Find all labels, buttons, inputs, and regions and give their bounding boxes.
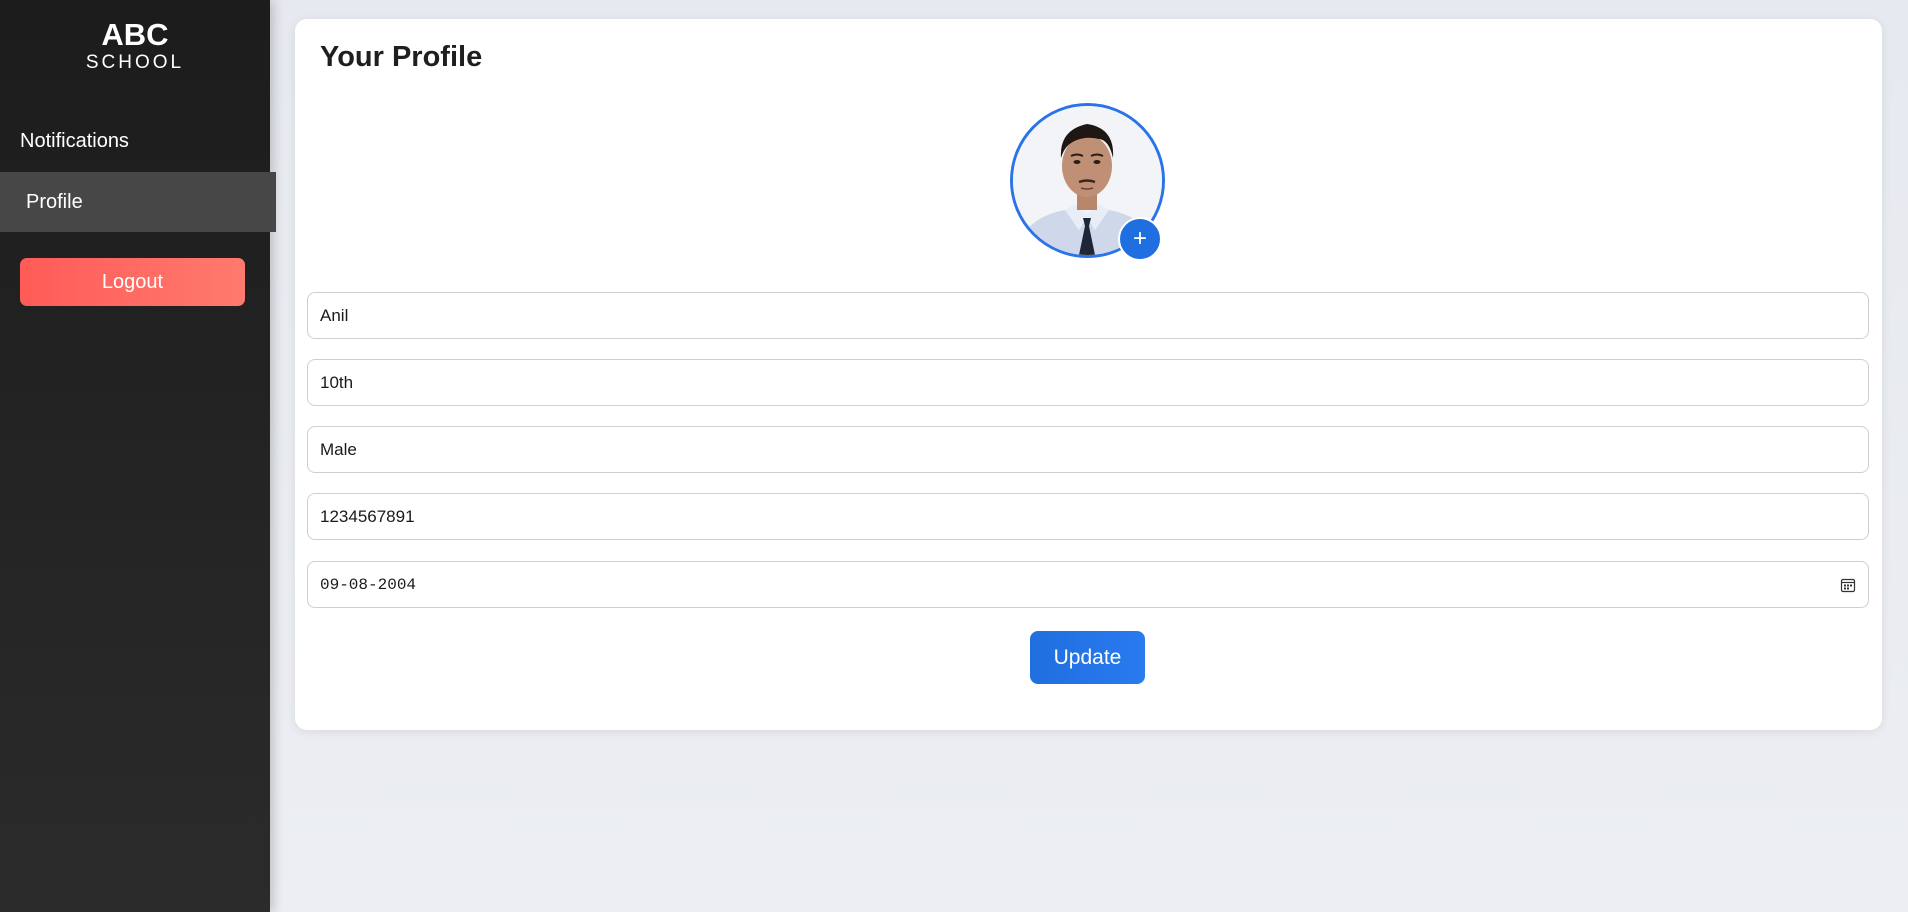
calendar-icon[interactable] xyxy=(1840,577,1856,593)
sidebar-item-label: Profile xyxy=(26,190,83,213)
class-field[interactable] xyxy=(307,359,1869,406)
brand-sub-text: SCHOOL xyxy=(85,52,185,73)
add-photo-button[interactable]: + xyxy=(1118,217,1162,261)
logout-button[interactable]: Logout xyxy=(20,258,245,306)
plus-icon: + xyxy=(1132,225,1147,252)
phone-field[interactable] xyxy=(307,493,1869,540)
brand-logo: ABC SCHOOL xyxy=(0,0,270,74)
gender-field[interactable] xyxy=(307,426,1869,473)
avatar-container: + xyxy=(1010,103,1165,261)
dob-field[interactable] xyxy=(307,561,1869,608)
class-input[interactable] xyxy=(320,372,1868,393)
sidebar: ABC SCHOOL Notifications Profile Logout xyxy=(0,0,276,912)
name-field[interactable] xyxy=(307,292,1869,339)
name-input[interactable] xyxy=(320,305,1868,326)
dob-input[interactable] xyxy=(320,575,1868,594)
gender-input[interactable] xyxy=(320,439,1868,460)
page-title: Your Profile xyxy=(320,41,483,73)
update-button[interactable]: Update xyxy=(1030,631,1145,684)
sidebar-item-notifications[interactable]: Notifications xyxy=(0,111,270,171)
profile-card: Your Profile + Anil 10th Male 1234567891… xyxy=(295,19,1882,730)
phone-input[interactable] xyxy=(320,506,1868,527)
brand-main-text: ABC xyxy=(101,17,169,52)
sidebar-item-profile[interactable]: Profile xyxy=(0,172,276,232)
sidebar-item-label: Notifications xyxy=(20,129,129,152)
